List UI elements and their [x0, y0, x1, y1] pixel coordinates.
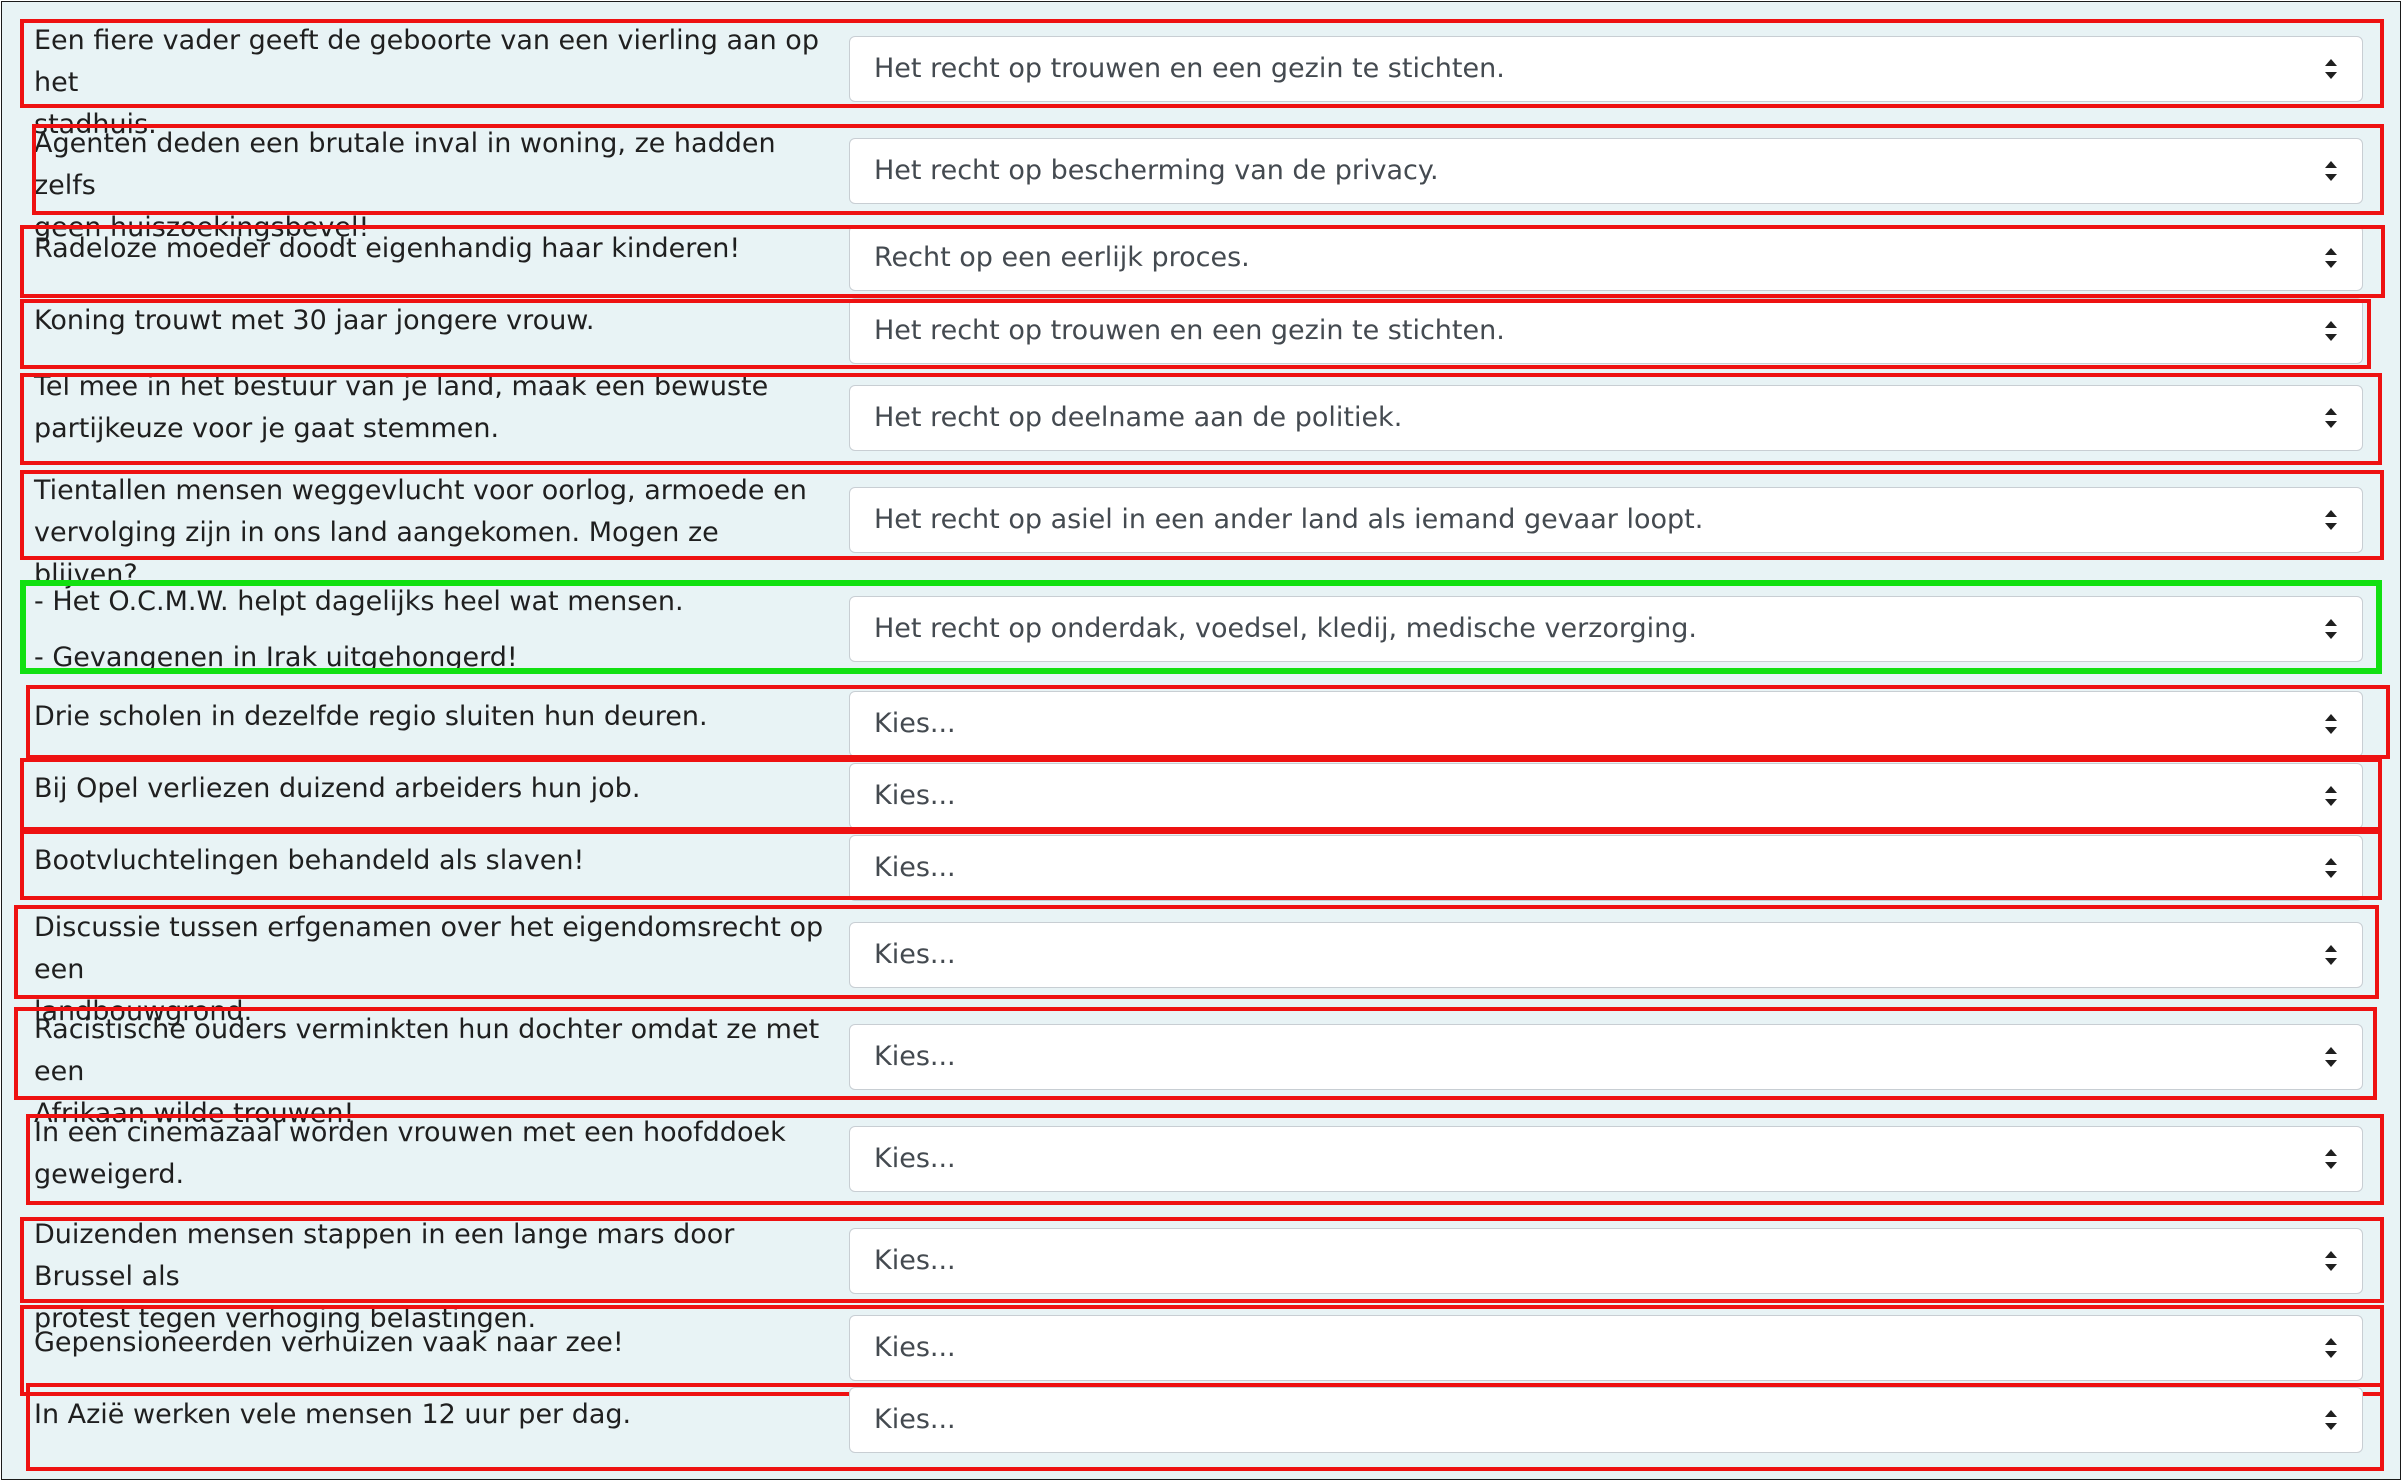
- sort-arrows-icon: [2324, 857, 2338, 879]
- sort-arrows-icon: [2324, 1046, 2338, 1068]
- answer-select[interactable]: Kies...: [849, 691, 2363, 757]
- selected-option: Kies...: [874, 1143, 956, 1174]
- statement-text: In een cinemazaal worden vrouwen met een…: [34, 1112, 824, 1196]
- statement-text: Bootvluchtelingen behandeld als slaven!: [34, 840, 824, 882]
- statement-text: In Azië werken vele mensen 12 uur per da…: [34, 1394, 824, 1436]
- statement-text: - Het O.C.M.W. helpt dagelijks heel wat …: [34, 574, 824, 686]
- statement-line: Radeloze moeder doodt eigenhandig haar k…: [34, 233, 741, 264]
- statement-line: Tientallen mensen weggevlucht voor oorlo…: [34, 475, 807, 506]
- selected-option: Kies...: [874, 939, 956, 970]
- selected-option: Recht op een eerlijk proces.: [874, 242, 1250, 273]
- statement-line: partijkeuze voor je gaat stemmen.: [34, 413, 500, 444]
- sort-arrows-icon: [2324, 160, 2338, 182]
- answer-select[interactable]: Kies...: [849, 1024, 2363, 1090]
- sort-arrows-icon: [2324, 944, 2338, 966]
- answer-select[interactable]: Het recht op trouwen en een gezin te sti…: [849, 298, 2363, 364]
- statement-line: Bij Opel verliezen duizend arbeiders hun…: [34, 773, 641, 804]
- selected-option: Kies...: [874, 1041, 956, 1072]
- statement-line: Koning trouwt met 30 jaar jongere vrouw.: [34, 305, 595, 336]
- answer-select[interactable]: Het recht op asiel in een ander land als…: [849, 487, 2363, 553]
- sort-arrows-icon: [2324, 407, 2338, 429]
- answer-select[interactable]: Recht op een eerlijk proces.: [849, 225, 2363, 291]
- statement-line: Gepensioneerden verhuizen vaak naar zee!: [34, 1327, 624, 1358]
- selected-option: Kies...: [874, 708, 956, 739]
- statement-line: geweigerd.: [34, 1159, 185, 1190]
- selected-option: Het recht op bescherming van de privacy.: [874, 155, 1439, 186]
- statement-line: Discussie tussen erfgenamen over het eig…: [34, 912, 824, 985]
- sort-arrows-icon: [2324, 247, 2338, 269]
- sort-arrows-icon: [2324, 1148, 2338, 1170]
- statement-text: Radeloze moeder doodt eigenhandig haar k…: [34, 228, 824, 270]
- statement-line: - Gevangenen in Irak uitgehongerd!: [34, 642, 518, 673]
- statement-line: Drie scholen in dezelfde regio sluiten h…: [34, 701, 708, 732]
- statement-line: In een cinemazaal worden vrouwen met een…: [34, 1117, 786, 1148]
- answer-select[interactable]: Kies...: [849, 763, 2363, 829]
- statement-line: Een fiere vader geeft de geboorte van ee…: [34, 25, 819, 98]
- sort-arrows-icon: [2324, 785, 2338, 807]
- selected-option: Het recht op trouwen en een gezin te sti…: [874, 315, 1505, 346]
- sort-arrows-icon: [2324, 1337, 2338, 1359]
- answer-select[interactable]: Het recht op trouwen en een gezin te sti…: [849, 36, 2363, 102]
- selected-option: Kies...: [874, 1245, 956, 1276]
- selected-option: Kies...: [874, 1404, 956, 1435]
- answer-select[interactable]: Kies...: [849, 922, 2363, 988]
- answer-select[interactable]: Het recht op deelname aan de politiek.: [849, 385, 2363, 451]
- sort-arrows-icon: [2324, 618, 2338, 640]
- selected-option: Kies...: [874, 852, 956, 883]
- sort-arrows-icon: [2324, 509, 2338, 531]
- statement-text: Gepensioneerden verhuizen vaak naar zee!: [34, 1322, 824, 1364]
- selected-option: Kies...: [874, 780, 956, 811]
- answer-select[interactable]: Kies...: [849, 1126, 2363, 1192]
- statement-line: In Azië werken vele mensen 12 uur per da…: [34, 1399, 632, 1430]
- selected-option: Het recht op asiel in een ander land als…: [874, 504, 1704, 535]
- statement-line: Racistische ouders verminkten hun dochte…: [34, 1014, 820, 1087]
- matching-question-panel: Een fiere vader geeft de geboorte van ee…: [1, 1, 2401, 1480]
- statement-text: Tel mee in het bestuur van je land, maak…: [34, 366, 824, 450]
- sort-arrows-icon: [2324, 1250, 2338, 1272]
- statement-text: Drie scholen in dezelfde regio sluiten h…: [34, 696, 824, 738]
- statement-line: - Het O.C.M.W. helpt dagelijks heel wat …: [34, 586, 684, 617]
- answer-select[interactable]: Kies...: [849, 1387, 2363, 1453]
- answer-select[interactable]: Het recht op bescherming van de privacy.: [849, 138, 2363, 204]
- statement-text: Bij Opel verliezen duizend arbeiders hun…: [34, 768, 824, 810]
- selected-option: Het recht op onderdak, voedsel, kledij, …: [874, 613, 1697, 644]
- statement-text: Koning trouwt met 30 jaar jongere vrouw.: [34, 300, 824, 342]
- statement-line: Tel mee in het bestuur van je land, maak…: [34, 371, 769, 402]
- statement-line: Duizenden mensen stappen in een lange ma…: [34, 1219, 735, 1292]
- statement-line: Agenten deden een brutale inval in wonin…: [34, 128, 776, 201]
- answer-select[interactable]: Kies...: [849, 835, 2363, 901]
- statement-line: Bootvluchtelingen behandeld als slaven!: [34, 845, 585, 876]
- answer-select[interactable]: Kies...: [849, 1315, 2363, 1381]
- answer-select[interactable]: Kies...: [849, 1228, 2363, 1294]
- sort-arrows-icon: [2324, 713, 2338, 735]
- selected-option: Het recht op trouwen en een gezin te sti…: [874, 53, 1505, 84]
- sort-arrows-icon: [2324, 58, 2338, 80]
- selected-option: Het recht op deelname aan de politiek.: [874, 402, 1403, 433]
- answer-select[interactable]: Het recht op onderdak, voedsel, kledij, …: [849, 596, 2363, 662]
- selected-option: Kies...: [874, 1332, 956, 1363]
- sort-arrows-icon: [2324, 1409, 2338, 1431]
- sort-arrows-icon: [2324, 320, 2338, 342]
